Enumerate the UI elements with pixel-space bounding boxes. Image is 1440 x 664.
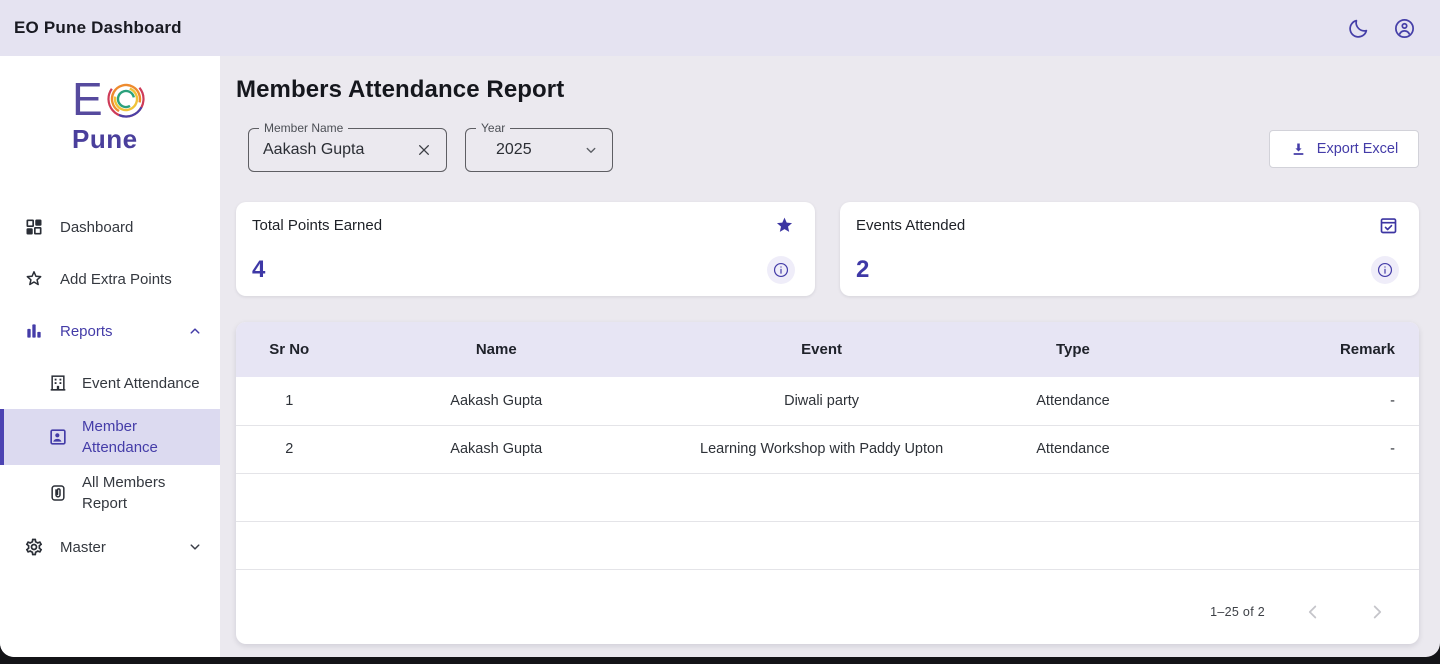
member-portrait-icon <box>48 427 68 447</box>
dark-mode-toggle[interactable] <box>1340 10 1376 46</box>
sidebar-item-label: Master <box>60 537 106 558</box>
clear-member-button[interactable] <box>412 138 436 162</box>
pagination: 1–25 of 2 <box>236 586 1419 644</box>
sidebar-item-label: Dashboard <box>60 217 133 238</box>
cell-sr-no: 2 <box>236 425 342 473</box>
sidebar-item-label: Member Attendance <box>82 416 194 458</box>
previous-page-button[interactable] <box>1293 592 1333 632</box>
cell-name: Aakash Gupta <box>342 425 650 473</box>
info-icon <box>1376 261 1394 279</box>
chevron-up-icon <box>186 322 204 340</box>
info-button[interactable] <box>767 256 795 284</box>
table-filler <box>236 570 1419 587</box>
chevron-left-icon <box>1302 601 1324 623</box>
star-filled-icon <box>774 215 795 236</box>
member-name-input[interactable] <box>249 141 389 159</box>
cell-remark: - <box>1153 377 1419 425</box>
account-button[interactable] <box>1386 10 1422 46</box>
bar-chart-icon <box>24 321 44 341</box>
app-title: EO Pune Dashboard <box>14 18 182 38</box>
app-window: EO Pune Dashboard E <box>0 0 1440 657</box>
topbar: EO Pune Dashboard <box>0 0 1440 56</box>
cell-event: Diwali party <box>650 377 993 425</box>
cell-name: Aakash Gupta <box>342 377 650 425</box>
logo-word-pune: Pune <box>72 124 220 155</box>
attendance-table-card: Sr No Name Event Type Remark 1 Aakash Gu… <box>236 322 1419 644</box>
sidebar-item-label: Event Attendance <box>82 373 200 394</box>
attendance-table: Sr No Name Event Type Remark 1 Aakash Gu… <box>236 322 1419 570</box>
member-name-field[interactable]: Member Name <box>248 128 447 172</box>
gear-icon <box>24 537 44 557</box>
table-header-row: Sr No Name Event Type Remark <box>236 322 1419 377</box>
column-header-name: Name <box>342 322 650 377</box>
column-header-type: Type <box>993 322 1153 377</box>
calendar-check-icon <box>1378 215 1399 236</box>
year-value: 2025 <box>466 141 532 159</box>
star-outline-icon <box>24 269 44 289</box>
eo-pune-logo: E Pune <box>0 56 220 201</box>
info-button[interactable] <box>1371 256 1399 284</box>
cell-sr-no: 1 <box>236 377 342 425</box>
sidebar-item-all-members-report[interactable]: All Members Report <box>0 465 220 521</box>
cell-type: Attendance <box>993 377 1153 425</box>
dashboard-icon <box>24 217 44 237</box>
cell-type: Attendance <box>993 425 1153 473</box>
sidebar-item-label: All Members Report <box>82 472 194 514</box>
card-label: Events Attended <box>856 217 965 234</box>
table-row-empty <box>236 521 1419 569</box>
chevron-down-icon <box>582 141 600 159</box>
stat-cards: Total Points Earned 4 <box>236 202 1419 296</box>
sidebar-item-add-extra-points[interactable]: Add Extra Points <box>0 253 220 305</box>
filter-row: Member Name Year 2025 <box>248 128 1419 172</box>
chevron-down-icon <box>186 538 204 556</box>
sidebar-nav: Dashboard Add Extra Points <box>0 201 220 573</box>
sidebar-item-reports[interactable]: Reports <box>0 305 220 357</box>
chevron-right-icon <box>1366 601 1388 623</box>
account-icon <box>1393 17 1416 40</box>
moon-icon <box>1347 17 1370 40</box>
download-icon <box>1290 141 1307 158</box>
table-row-empty <box>236 473 1419 521</box>
attachment-file-icon <box>48 483 68 503</box>
sidebar-item-member-attendance[interactable]: Member Attendance <box>0 409 220 465</box>
column-header-sr-no: Sr No <box>236 322 342 377</box>
logo-circle-icon <box>103 76 149 122</box>
cell-remark: - <box>1153 425 1419 473</box>
cell-event: Learning Workshop with Paddy Upton <box>650 425 993 473</box>
total-points-card: Total Points Earned 4 <box>236 202 815 296</box>
year-select[interactable]: Year 2025 <box>465 128 613 172</box>
sidebar-item-label: Add Extra Points <box>60 269 172 290</box>
card-value: 4 <box>252 256 265 284</box>
main-content: Members Attendance Report Member Name Ye… <box>220 56 1440 657</box>
info-icon <box>772 261 790 279</box>
sidebar-item-label: Reports <box>60 321 113 342</box>
table-row: 2 Aakash Gupta Learning Workshop with Pa… <box>236 425 1419 473</box>
export-excel-button[interactable]: Export Excel <box>1269 130 1419 168</box>
next-page-button[interactable] <box>1357 592 1397 632</box>
member-name-label: Member Name <box>259 121 348 135</box>
sidebar-item-master[interactable]: Master <box>0 521 220 573</box>
table-row: 1 Aakash Gupta Diwali party Attendance - <box>236 377 1419 425</box>
sidebar: E Pune <box>0 56 220 657</box>
pagination-range: 1–25 of 2 <box>1210 605 1265 619</box>
column-header-event: Event <box>650 322 993 377</box>
card-value: 2 <box>856 256 869 284</box>
close-icon <box>416 142 432 158</box>
page-title: Members Attendance Report <box>236 76 1419 104</box>
export-excel-label: Export Excel <box>1317 141 1398 157</box>
logo-letter-e: E <box>72 77 101 121</box>
building-icon <box>48 373 68 393</box>
card-label: Total Points Earned <box>252 217 382 234</box>
year-label: Year <box>476 121 510 135</box>
sidebar-item-dashboard[interactable]: Dashboard <box>0 201 220 253</box>
events-attended-card: Events Attended 2 <box>840 202 1419 296</box>
sidebar-item-event-attendance[interactable]: Event Attendance <box>0 357 220 409</box>
column-header-remark: Remark <box>1153 322 1419 377</box>
